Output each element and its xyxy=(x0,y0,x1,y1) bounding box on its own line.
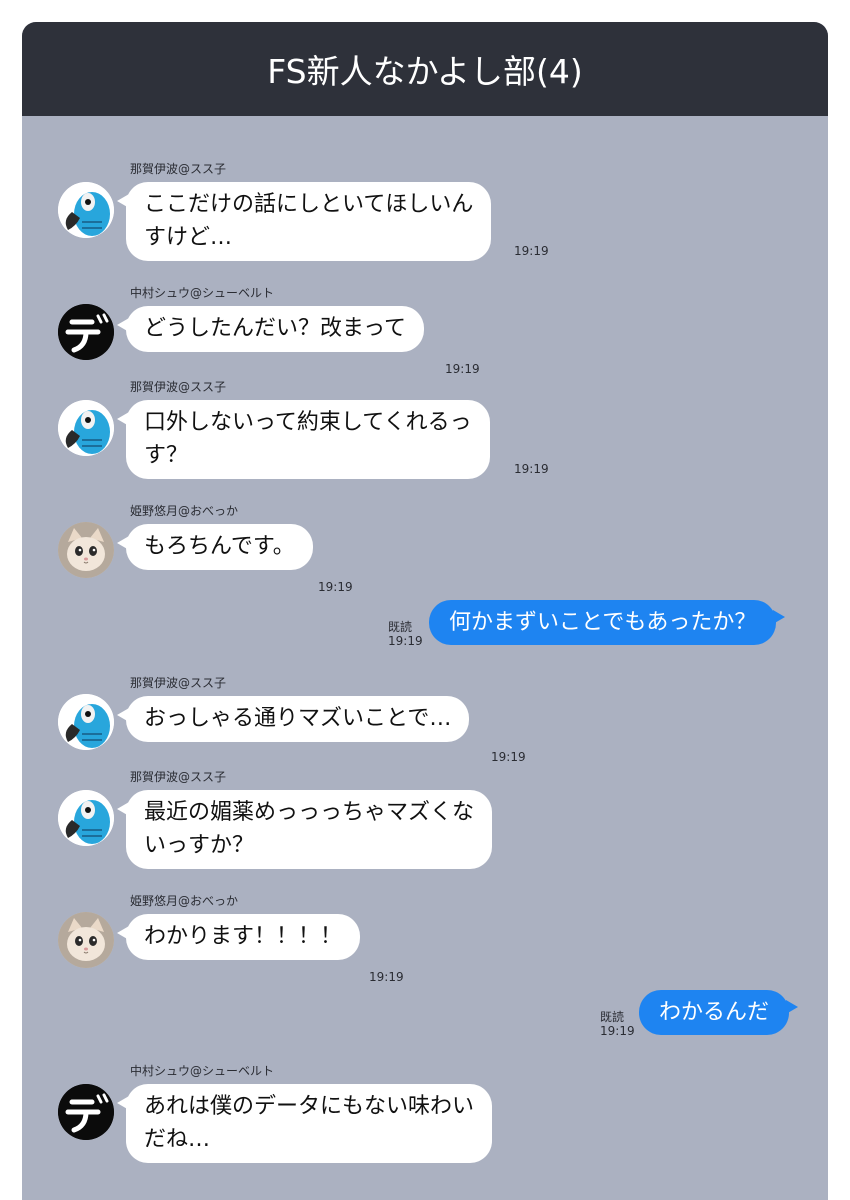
sender-name: 那賀伊波@スス子 xyxy=(130,380,227,394)
group-title: FS新人なかよし部(4) xyxy=(267,52,583,91)
sender-name: 那賀伊波@スス子 xyxy=(130,676,227,690)
message-text-line: 何かまずいことでもあったか？ xyxy=(449,610,757,635)
sender-name: 姫野悠月@おべっか xyxy=(130,504,239,518)
message-bubble-outgoing[interactable]: わかるんだ xyxy=(639,990,799,1035)
message-text-line: 口外しないって約束してくれるっ xyxy=(144,410,472,435)
cat-avatar[interactable] xyxy=(58,522,114,578)
sender-name: 姫野悠月@おべっか xyxy=(130,894,239,908)
message-bubble-outgoing[interactable]: 何かまずいことでもあったか？ xyxy=(429,600,786,645)
message-time: 19:19 xyxy=(491,750,526,764)
message-bubble[interactable]: もろちんです。 xyxy=(117,524,313,570)
message-text-line: 最近の媚薬めっっっちゃマズくな xyxy=(144,800,475,825)
message-text-line: ここだけの話にしといてほしいん xyxy=(144,192,474,217)
message-text-line: すけど… xyxy=(144,225,233,250)
message-text-line: わかります！！！！ xyxy=(144,924,343,949)
parrot-avatar[interactable] xyxy=(58,790,114,846)
read-receipt: 既読 19:19 xyxy=(388,620,423,648)
message-time: 19:19 xyxy=(514,244,549,258)
message-time: 19:19 xyxy=(514,462,549,476)
sender-name: 中村シュウ@シューベルト xyxy=(130,1064,275,1078)
sender-name: 那賀伊波@スス子 xyxy=(130,162,227,176)
sender-name: 中村シュウ@シューベルト xyxy=(130,286,275,300)
message-text-line: あれは僕のデータにもない味わい xyxy=(144,1094,475,1119)
message-text-line: いっすか？ xyxy=(144,833,255,858)
read-receipt: 既読 19:19 xyxy=(600,1010,635,1038)
message-bubble[interactable]: 最近の媚薬めっっっちゃマズくな いっすか？ xyxy=(116,790,493,869)
chat-header: FS新人なかよし部(4) xyxy=(22,22,828,116)
de-logo-avatar[interactable] xyxy=(58,304,114,360)
sender-name: 那賀伊波@スス子 xyxy=(130,770,227,784)
parrot-avatar[interactable] xyxy=(58,694,114,750)
message-text-line: おっしゃる通りマズいことで… xyxy=(144,706,452,731)
message-text-line: どうしたんだい？改まって xyxy=(144,316,407,341)
chat-window: FS新人なかよし部(4) 那賀伊波@スス子 ここだけの話にしといてほしいん すけ… xyxy=(22,22,828,1200)
message-text-line: す？ xyxy=(144,443,189,468)
message-bubble[interactable]: あれは僕のデータにもない味わい だね… xyxy=(116,1084,493,1163)
message-bubble[interactable]: おっしゃる通りマズいことで… xyxy=(116,696,470,742)
de-logo-avatar[interactable] xyxy=(58,1084,114,1140)
message-bubble[interactable]: 口外しないって約束してくれるっ す？ xyxy=(117,400,490,479)
parrot-avatar[interactable] xyxy=(58,182,114,238)
read-label: 既読 xyxy=(600,1010,625,1024)
message-bubble[interactable]: ここだけの話にしといてほしいん すけど… xyxy=(116,182,492,261)
message-text-line: だね… xyxy=(144,1127,211,1152)
message-text-line: もろちんです。 xyxy=(144,534,295,559)
message-bubble[interactable]: どうしたんだい？改まって xyxy=(116,306,425,352)
message-time: 19:19 xyxy=(369,970,404,984)
cat-avatar[interactable] xyxy=(58,912,114,968)
message-time: 19:19 xyxy=(318,580,353,594)
message-time: 19:19 xyxy=(388,634,423,648)
message-time: 19:19 xyxy=(445,362,480,376)
read-label: 既読 xyxy=(388,620,413,634)
message-time: 19:19 xyxy=(600,1024,635,1038)
parrot-avatar[interactable] xyxy=(58,400,114,456)
message-bubble[interactable]: わかります！！！！ xyxy=(116,914,361,960)
message-text-line: わかるんだ xyxy=(659,1000,770,1025)
